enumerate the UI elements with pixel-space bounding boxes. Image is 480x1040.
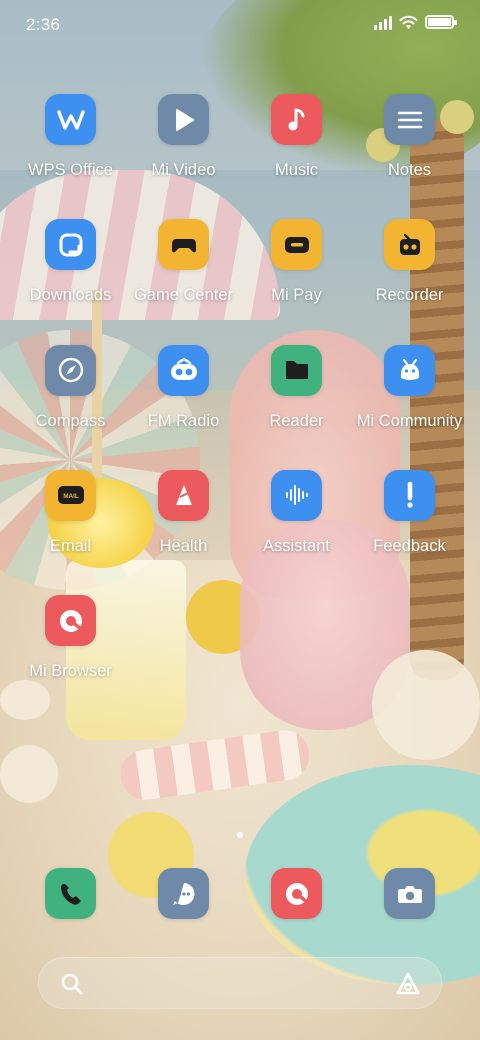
app-email[interactable]: MAIL Email — [14, 469, 127, 595]
app-mi-community[interactable]: Mi Community — [353, 344, 466, 470]
app-wps-office[interactable]: WPS Office — [14, 94, 127, 219]
app-label: FM Radio — [147, 411, 220, 430]
book-icon[interactable] — [271, 344, 322, 396]
status-bar: 2:36 — [0, 0, 480, 50]
dock-messages[interactable] — [127, 868, 240, 919]
battery-level — [428, 18, 451, 26]
radio-icon[interactable] — [158, 344, 209, 396]
app-reader[interactable]: Reader — [240, 344, 353, 470]
compass-icon[interactable] — [45, 344, 96, 396]
page-indicator-dot — [237, 832, 243, 838]
notes-icon[interactable] — [384, 94, 435, 145]
app-label: WPS Office — [28, 161, 113, 179]
dock-phone[interactable] — [14, 868, 127, 919]
app-compass[interactable]: Compass — [14, 344, 127, 470]
app-feedback[interactable]: Feedback — [353, 469, 466, 595]
app-label: Notes — [387, 161, 432, 179]
app-label: Recorder — [375, 286, 444, 305]
app-label: Game Center — [133, 286, 234, 305]
app-label: Downloads — [29, 286, 112, 305]
downloads-icon[interactable] — [45, 219, 96, 271]
assistant-icon[interactable] — [395, 971, 421, 997]
app-label: Health — [159, 536, 208, 555]
app-recorder[interactable]: Recorder — [353, 219, 466, 344]
app-label: Mi Browser — [29, 662, 112, 681]
gamepad-icon[interactable] — [158, 219, 209, 271]
app-label: Feedback — [373, 536, 446, 555]
app-health[interactable]: Health — [127, 469, 240, 595]
app-game-center[interactable]: Game Center — [127, 219, 240, 344]
app-label: Email — [49, 536, 92, 555]
app-notes[interactable]: Notes — [353, 94, 466, 219]
soundwave-icon[interactable] — [271, 469, 322, 521]
app-mi-video[interactable]: Mi Video — [127, 94, 240, 219]
app-grid: WPS Office Mi Video Music Notes Download… — [14, 94, 466, 720]
community-icon[interactable] — [384, 344, 435, 396]
search-bar[interactable] — [38, 957, 442, 1009]
app-mi-browser[interactable]: Mi Browser — [14, 595, 127, 720]
app-label: Assistant — [263, 536, 330, 555]
health-icon[interactable] — [158, 469, 209, 521]
music-note-icon[interactable] — [271, 94, 322, 145]
mail-icon[interactable]: MAIL — [45, 469, 96, 521]
wallpaper-shell — [0, 745, 58, 803]
wallet-icon[interactable] — [271, 219, 322, 271]
dock-browser[interactable] — [240, 868, 353, 919]
recorder-icon[interactable] — [384, 219, 435, 271]
app-downloads[interactable]: Downloads — [14, 219, 127, 344]
status-time: 2:36 — [26, 15, 61, 34]
mail-icon-text: MAIL — [63, 493, 79, 500]
status-icons — [374, 14, 457, 30]
camera-icon[interactable] — [384, 868, 435, 919]
app-music[interactable]: Music — [240, 94, 353, 219]
dock — [14, 868, 466, 919]
signal-icon — [374, 14, 392, 30]
app-label: Reader — [269, 411, 324, 430]
exclamation-icon[interactable] — [384, 469, 435, 521]
wifi-icon — [399, 15, 418, 29]
app-fm-radio[interactable]: FM Radio — [127, 344, 240, 470]
app-mi-pay[interactable]: Mi Pay — [240, 219, 353, 344]
app-assistant[interactable]: Assistant — [240, 469, 353, 595]
app-label: Music — [274, 161, 319, 179]
wps-office-icon[interactable] — [45, 94, 96, 145]
app-label: Mi Video — [151, 161, 216, 179]
dock-camera[interactable] — [353, 868, 466, 919]
message-icon[interactable] — [158, 868, 209, 919]
app-label: Mi Community — [356, 411, 463, 430]
app-label: Compass — [35, 411, 106, 430]
search-icon[interactable] — [59, 971, 85, 997]
play-icon[interactable] — [158, 94, 209, 145]
browser-icon[interactable] — [45, 595, 96, 647]
phone-icon[interactable] — [45, 868, 96, 919]
browser-icon[interactable] — [271, 868, 322, 919]
battery-icon — [425, 15, 457, 29]
app-label: Mi Pay — [271, 286, 322, 305]
